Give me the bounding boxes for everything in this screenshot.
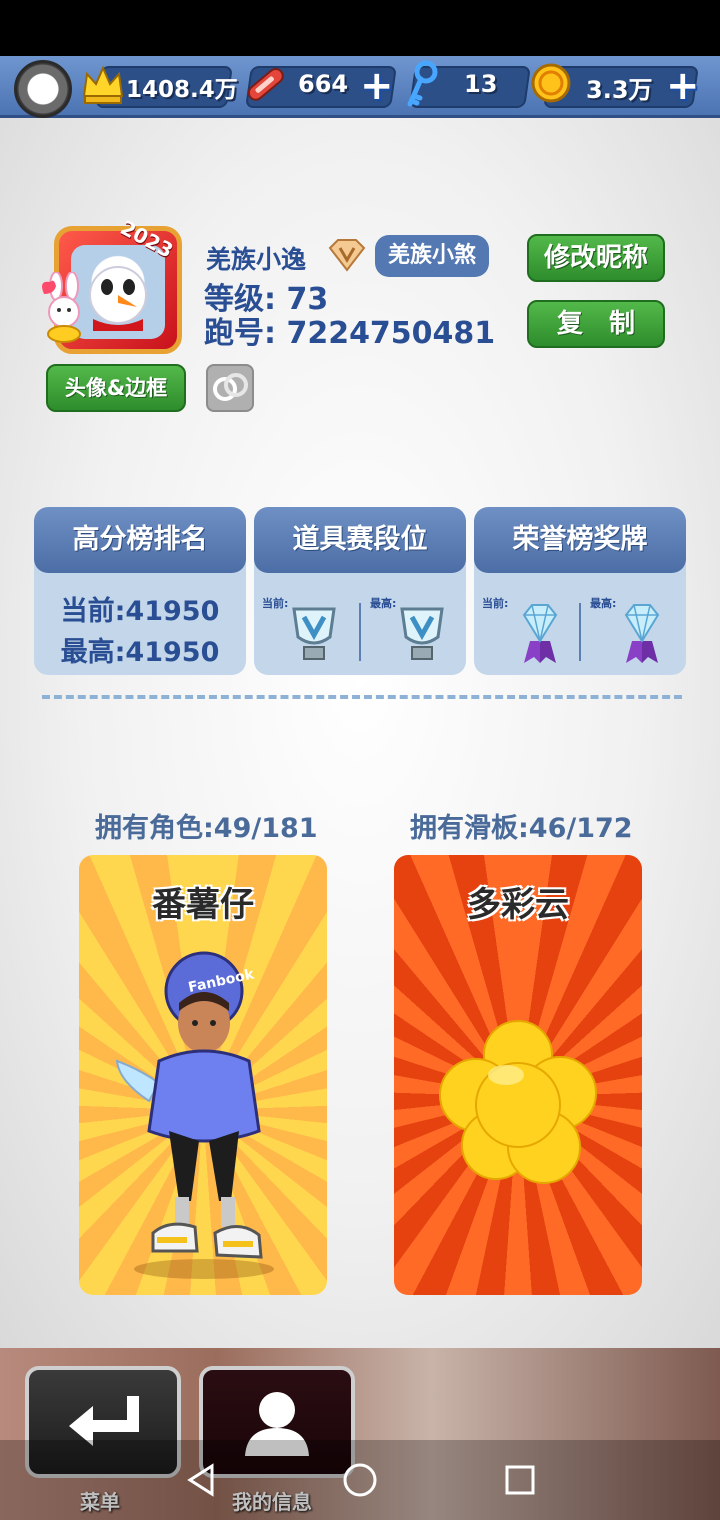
crown-icon bbox=[82, 65, 124, 104]
card-divider bbox=[579, 603, 581, 661]
highscore-card[interactable]: 高分榜排名 当前:41950 最高:41950 bbox=[34, 507, 246, 675]
honor-best-label: 最高: bbox=[590, 597, 617, 610]
section-divider bbox=[42, 695, 682, 699]
tribe-badge: 羌族小煞 bbox=[375, 235, 489, 277]
status-bar bbox=[0, 0, 720, 56]
rings-button[interactable] bbox=[206, 364, 254, 412]
cloud-board-icon bbox=[439, 1020, 597, 1184]
add-boards-button[interactable]: + bbox=[360, 66, 394, 106]
nav-back-icon[interactable] bbox=[184, 1462, 218, 1498]
item-race-card-title: 道具赛段位 bbox=[254, 507, 466, 573]
vip-diamond-icon bbox=[328, 239, 366, 272]
character-name: 番薯仔 bbox=[152, 885, 254, 925]
boards-value: 664 bbox=[298, 70, 349, 98]
trophy-current-icon bbox=[292, 607, 336, 660]
item-race-current-label: 当前: bbox=[262, 597, 289, 610]
coin-icon bbox=[531, 63, 571, 103]
player-name: 羌族小逸 bbox=[206, 245, 307, 274]
highscore-card-title: 高分榜排名 bbox=[34, 507, 246, 573]
avatar-frame-button[interactable]: 头像&边框 bbox=[46, 364, 186, 412]
honor-medal-card-title: 荣誉榜奖牌 bbox=[474, 507, 686, 573]
coins-value: 3.3万 bbox=[586, 76, 653, 104]
diamond-medal-current-icon bbox=[522, 604, 558, 663]
add-coins-button[interactable]: + bbox=[666, 66, 700, 106]
honor-medal-card[interactable]: 荣誉榜奖牌 当前: 最高: bbox=[474, 507, 686, 675]
card-divider bbox=[359, 603, 361, 661]
item-race-best-label: 最高: bbox=[370, 597, 397, 610]
resource-bar: 1408.4万 664 + 13 3.3万 + bbox=[0, 56, 720, 118]
rings-icon bbox=[213, 373, 248, 401]
board-showcase[interactable]: 多彩云 bbox=[394, 855, 642, 1295]
diamond-medal-best-icon bbox=[624, 604, 660, 663]
bunny-mascot-icon bbox=[42, 272, 81, 343]
rename-button[interactable]: 修改昵称 bbox=[527, 234, 665, 282]
highscore-best: 最高:41950 bbox=[60, 637, 220, 668]
item-race-card[interactable]: 道具赛段位 当前: 最高: bbox=[254, 507, 466, 675]
key-icon bbox=[407, 60, 438, 107]
system-navigation-bar bbox=[0, 1440, 720, 1520]
crowns-value: 1408.4万 bbox=[126, 77, 238, 103]
character-showcase[interactable]: 番薯仔 Fanbook bbox=[79, 855, 327, 1295]
copy-button[interactable]: 复 制 bbox=[527, 300, 665, 348]
settings-gear-icon[interactable] bbox=[14, 60, 72, 118]
hoverboard-icon bbox=[247, 68, 284, 101]
character-figure-icon: Fanbook bbox=[115, 951, 274, 1279]
board-name: 多彩云 bbox=[467, 885, 569, 925]
trophy-best-icon bbox=[400, 607, 444, 660]
player-run-id: 跑号: 7224750481 bbox=[204, 316, 496, 351]
highscore-current: 当前:41950 bbox=[60, 596, 220, 627]
characters-owned-label: 拥有角色:49/181 bbox=[95, 813, 318, 844]
nav-recents-icon[interactable] bbox=[504, 1464, 536, 1496]
keys-value: 13 bbox=[464, 70, 498, 98]
honor-current-label: 当前: bbox=[482, 597, 509, 610]
boards-owned-label: 拥有滑板:46/172 bbox=[410, 813, 633, 844]
nav-home-icon[interactable] bbox=[342, 1462, 378, 1498]
